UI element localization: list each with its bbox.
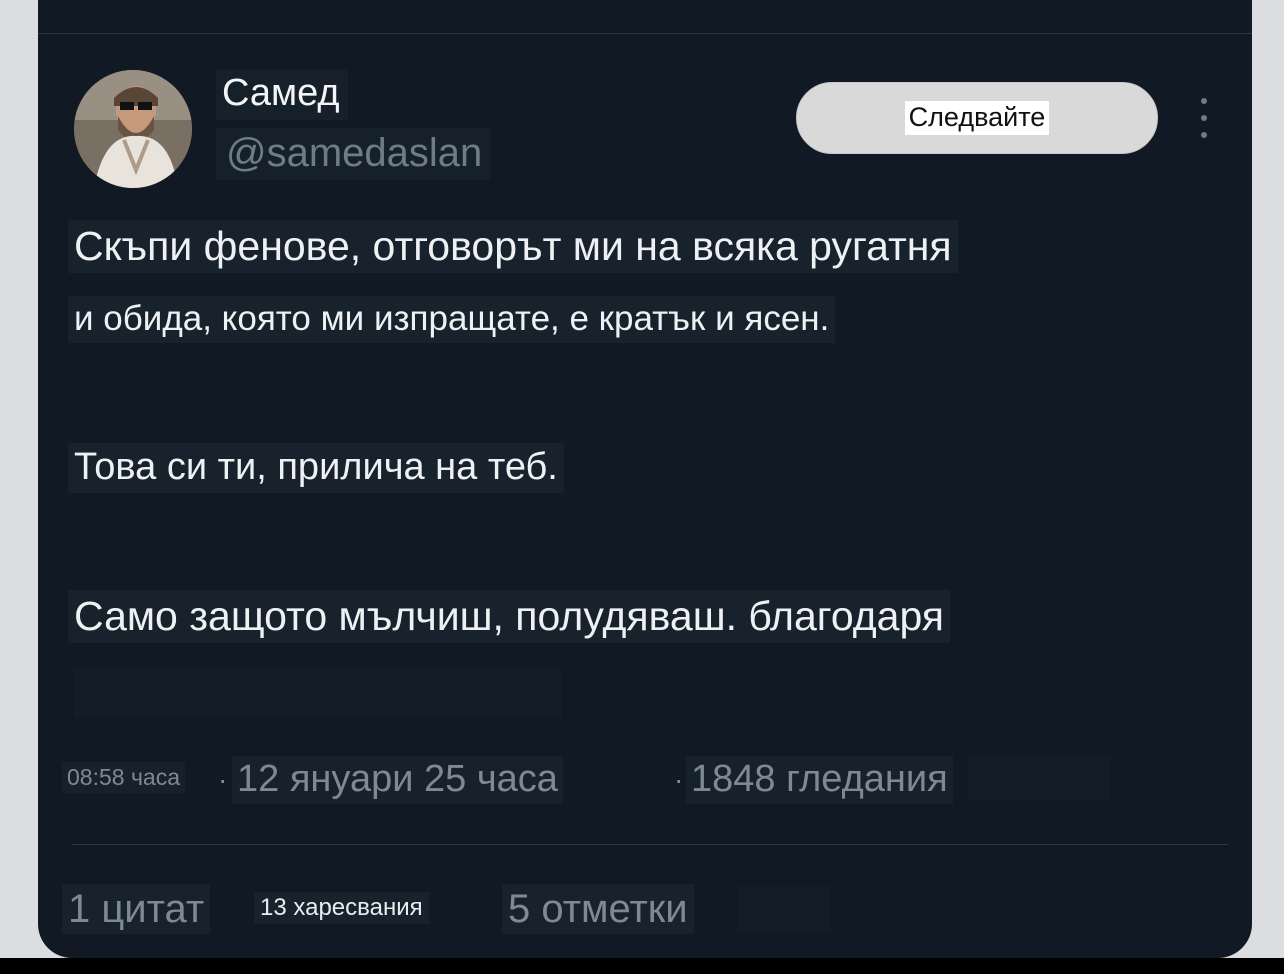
post-time[interactable]: 08:58 часа — [62, 762, 186, 794]
user-name[interactable]: Самед — [216, 70, 348, 120]
more-options-icon[interactable] — [1192, 98, 1216, 138]
avatar[interactable] — [74, 70, 192, 188]
post-text-line-2: и обида, която ми изпращате, е кратък и … — [68, 296, 836, 343]
bottom-bar — [0, 958, 1284, 974]
redacted-block — [74, 668, 562, 718]
page: Самед @samedaslan Следвайте Скъпи фенове… — [0, 0, 1284, 974]
avatar-image — [74, 70, 192, 188]
more-dot — [1201, 132, 1207, 138]
post-card: Самед @samedaslan Следвайте Скъпи фенове… — [38, 0, 1252, 958]
post-text-line-4: Само защото мълчиш, полудяваш. благодаря — [68, 590, 950, 644]
post-views: 1848 гледания — [686, 756, 953, 804]
more-dot — [1201, 98, 1207, 104]
user-handle[interactable]: @samedaslan — [216, 128, 491, 180]
post-date[interactable]: 12 януари 25 часа — [232, 756, 563, 804]
redacted-block — [738, 886, 830, 932]
likes-count[interactable]: 13 харесвания — [254, 892, 429, 925]
redacted-block — [968, 756, 1110, 800]
meta-separator: · — [674, 764, 684, 795]
follow-button[interactable]: Следвайте — [796, 82, 1158, 154]
more-dot — [1201, 115, 1207, 121]
top-divider — [38, 33, 1252, 34]
follow-button-label: Следвайте — [904, 101, 1050, 135]
meta-separator: · — [218, 764, 228, 795]
bookmarks-count[interactable]: 5 отметки — [502, 884, 694, 934]
post-text-line-1: Скъпи фенове, отговорът ми на всяка руга… — [68, 220, 958, 274]
post-text-line-3: Това си ти, прилича на теб. — [68, 443, 564, 493]
stats-divider — [72, 844, 1228, 845]
quotes-count[interactable]: 1 цитат — [62, 884, 211, 934]
